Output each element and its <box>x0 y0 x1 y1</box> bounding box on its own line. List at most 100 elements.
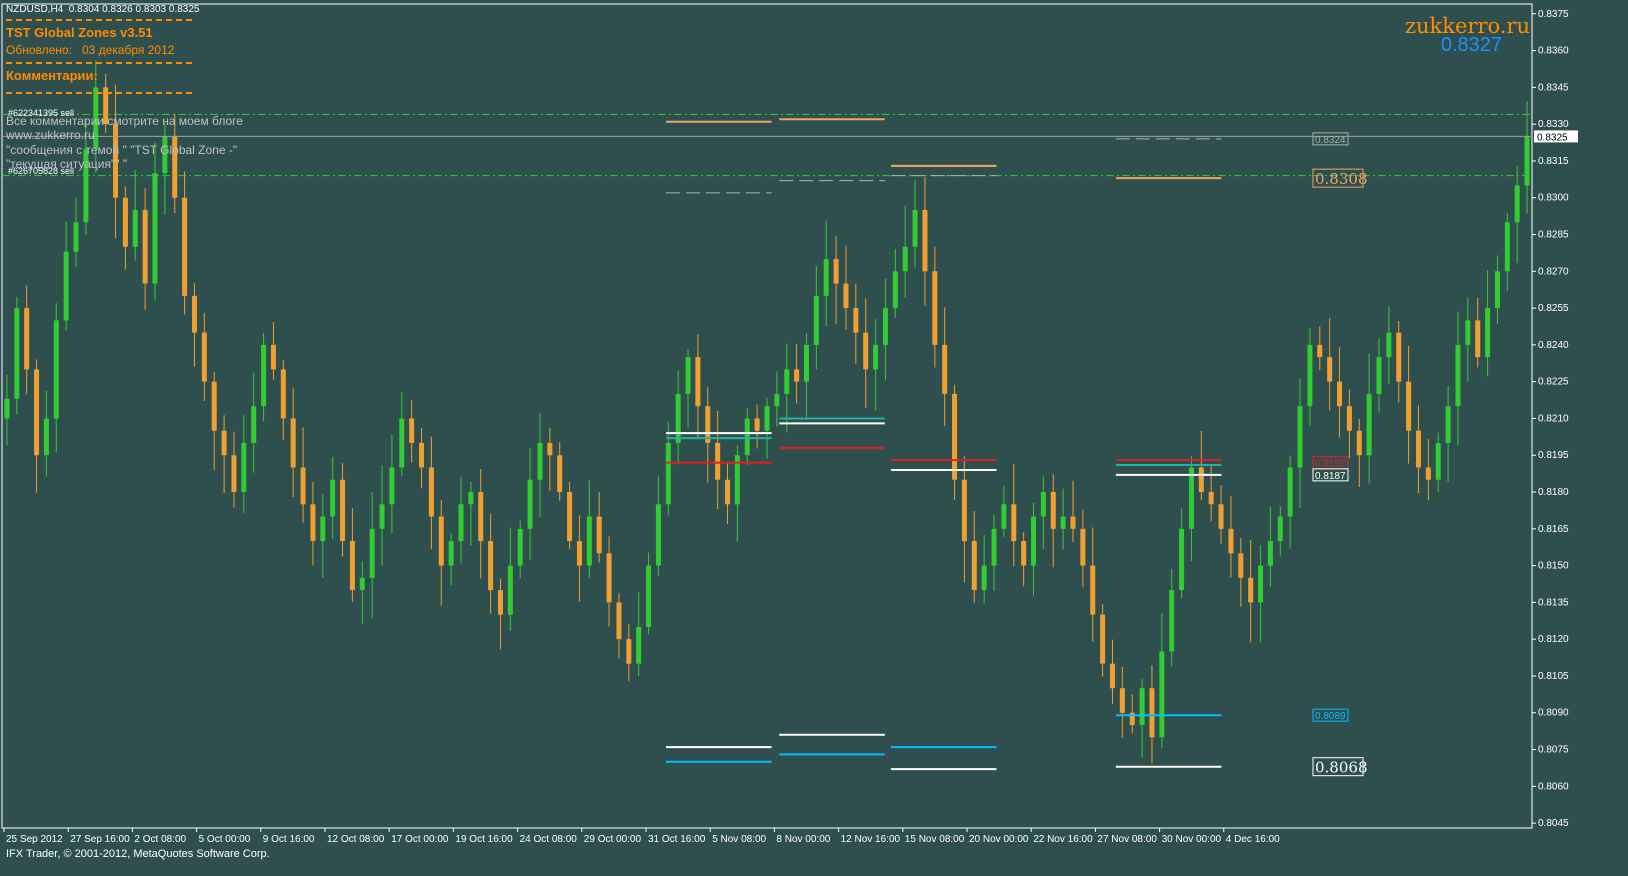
candle-body <box>428 467 434 517</box>
candle-body <box>4 398 10 419</box>
candle-body <box>438 516 444 566</box>
candle-body <box>280 369 286 419</box>
candle-body <box>873 344 879 370</box>
y-tick-label: 0.8105 <box>1538 671 1569 682</box>
x-tick-label: 30 Nov 00:00 <box>1162 834 1222 845</box>
candle-body <box>221 430 227 456</box>
candle-body <box>1396 332 1402 382</box>
candle-body <box>1011 504 1017 542</box>
candle-body <box>182 197 188 296</box>
candle-body <box>942 344 948 394</box>
candle-body <box>53 320 59 419</box>
candle-body <box>655 504 661 566</box>
x-tick-label: 19 Oct 16:00 <box>455 834 513 845</box>
candle-body <box>359 577 365 591</box>
candle-body <box>626 639 632 664</box>
candle-body <box>1258 565 1264 603</box>
x-tick-label: 8 Nov 00:00 <box>776 834 830 845</box>
candle-body <box>458 504 464 542</box>
candle-body <box>1050 492 1056 529</box>
candle-body <box>43 418 49 456</box>
candle-body <box>1080 528 1086 566</box>
candle-body <box>823 259 829 296</box>
candle-body <box>1208 492 1214 505</box>
candle-body <box>320 516 326 542</box>
y-tick-label: 0.8270 <box>1538 266 1569 277</box>
candle-body <box>1327 357 1333 382</box>
candle-body <box>1119 688 1125 713</box>
x-tick-label: 24 Oct 08:00 <box>520 834 578 845</box>
footer-copyright: IFX Trader, © 2001-2012, MetaQuotes Soft… <box>6 848 270 860</box>
candle-body <box>784 369 790 394</box>
x-tick-label: 29 Oct 00:00 <box>584 834 642 845</box>
candle-body <box>497 590 503 615</box>
x-tick-label: 27 Nov 08:00 <box>1097 834 1157 845</box>
x-tick-label: 12 Nov 16:00 <box>841 834 901 845</box>
y-tick-label: 0.8120 <box>1538 634 1569 645</box>
candle-body <box>1031 516 1037 566</box>
symbol-header: NZDUSD,H4 0.8304 0.8326 0.8303 0.8325 <box>6 4 199 15</box>
candle-body <box>379 504 385 529</box>
candle-body <box>527 479 533 529</box>
candle-body <box>478 492 484 542</box>
x-tick-label: 2 Oct 08:00 <box>134 834 186 845</box>
x-tick-label: 27 Sep 16:00 <box>70 834 130 845</box>
candle-body <box>1465 320 1471 345</box>
candle-body <box>1169 590 1175 652</box>
candle-body <box>952 393 958 480</box>
candle-body <box>14 308 20 399</box>
y-tick-label: 0.8255 <box>1538 303 1569 314</box>
candle-body <box>754 418 760 431</box>
candle-body <box>389 467 395 505</box>
candle-body <box>1218 504 1224 529</box>
y-tick-label: 0.8240 <box>1538 340 1569 351</box>
price-label: 0.8089 <box>1315 711 1346 722</box>
price-label: 0.8192 <box>1315 459 1346 470</box>
updated-date: 03 декабря 2012 <box>81 43 175 57</box>
candle-body <box>1267 541 1273 566</box>
price-chart[interactable]: 0.8324 0.8308 0.81920.8187 0.8089 0.8068 0.83… <box>0 0 1628 876</box>
candle-body <box>646 565 652 627</box>
candle-body <box>448 541 454 566</box>
candle-body <box>557 455 563 493</box>
y-tick-label: 0.8285 <box>1538 230 1569 241</box>
candle-body <box>24 308 30 370</box>
candle-body <box>922 210 928 272</box>
candle-body <box>191 295 197 333</box>
x-tick-label: 22 Nov 16:00 <box>1033 834 1093 845</box>
candle-body <box>596 516 602 554</box>
candle-body <box>1040 492 1046 517</box>
candle-body <box>270 344 276 370</box>
x-tick-label: 15 Nov 08:00 <box>905 834 965 845</box>
updated-label: Обновлено: <box>6 43 72 57</box>
y-tick-label: 0.8375 <box>1538 9 1569 20</box>
candle-body <box>122 197 128 247</box>
candle-body <box>1277 516 1283 542</box>
candle-body <box>369 528 375 578</box>
candle-body <box>1109 663 1115 689</box>
candle-body <box>1504 222 1510 272</box>
y-tick-label: 0.8180 <box>1538 487 1569 498</box>
candle-body <box>1455 344 1461 407</box>
price-label: 0.8324 <box>1315 135 1346 146</box>
separator <box>6 92 192 94</box>
candle-body <box>813 295 819 345</box>
candle-body <box>290 418 296 468</box>
candle-body <box>616 602 622 640</box>
x-tick-label: 4 Dec 16:00 <box>1226 834 1280 845</box>
candle-body <box>231 455 237 493</box>
candle-body <box>567 492 573 542</box>
y-tick-label: 0.8150 <box>1538 561 1569 572</box>
candle-body <box>1445 406 1451 443</box>
candle-body <box>73 222 79 252</box>
candle-body <box>1346 406 1352 431</box>
candle-body <box>310 504 316 542</box>
candle-body <box>803 344 809 382</box>
current-price-label: 0.8325 <box>1537 132 1568 143</box>
candle-body <box>1070 516 1076 529</box>
y-tick-label: 0.8165 <box>1538 524 1569 535</box>
comments-label: Комментарии: <box>6 68 98 83</box>
candle-body <box>902 246 908 272</box>
candle-body <box>725 479 731 505</box>
candle-body <box>1475 320 1481 358</box>
